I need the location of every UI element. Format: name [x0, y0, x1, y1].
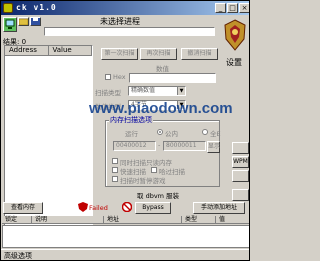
radio-custom-label: 公内: [165, 130, 178, 138]
address-separator: -: [158, 141, 161, 149]
undo-scan-button[interactable]: 撤消扫描: [181, 48, 218, 60]
show-range-button[interactable]: 显示: [207, 141, 220, 153]
column-header-address[interactable]: Address: [5, 46, 49, 55]
end-address-input[interactable]: 80000011: [163, 141, 206, 151]
view-memory-button[interactable]: 查看内存: [3, 202, 43, 214]
memory-scan-options-title: 内存扫描选项: [109, 115, 153, 125]
address-table-header: 锁定 说明 地址 类型 值: [2, 216, 249, 224]
chevron-down-icon: ▼: [177, 87, 185, 95]
add-address-manually-button[interactable]: 手动添加地址: [193, 202, 245, 214]
status-bar: 高级选项: [1, 249, 249, 260]
address-table-body[interactable]: [2, 225, 249, 248]
maximize-button[interactable]: □: [227, 3, 238, 13]
advanced-options-link[interactable]: 高级选项: [4, 252, 32, 260]
open-process-button[interactable]: [3, 17, 17, 32]
lion-crest-icon[interactable]: [223, 19, 247, 51]
scan-progress-bar: [44, 27, 215, 36]
folder-icon: [18, 18, 29, 26]
value-label: 数值: [156, 65, 169, 73]
title-bar[interactable]: ck v1.0 _ □ ×: [1, 1, 249, 15]
hex-label: Hex: [113, 73, 126, 81]
next-scan-button[interactable]: 再次扫描: [140, 48, 177, 60]
warning-shield-icon: [78, 202, 88, 212]
app-icon: [3, 3, 13, 13]
failed-status: Failed: [89, 204, 108, 212]
main-window: ck v1.0 _ □ × 未选择进程 结果: 0 设置 Address Val…: [0, 0, 250, 261]
radio-custom[interactable]: [157, 129, 163, 135]
pause-game-checkbox[interactable]: [112, 176, 118, 182]
address-col-description[interactable]: 说明: [32, 216, 104, 223]
computer-icon: [5, 19, 15, 29]
settings-link[interactable]: 设置: [226, 57, 242, 68]
minimize-button[interactable]: _: [215, 3, 226, 13]
scan-type-value: 精确数值: [131, 87, 156, 94]
process-label: 未选择进程: [100, 17, 140, 26]
scan-type-label: 扫描类型: [95, 89, 121, 97]
open-file-button[interactable]: [18, 17, 29, 26]
hex-checkbox[interactable]: [105, 74, 111, 80]
side-button-1[interactable]: [232, 142, 249, 154]
address-col-type[interactable]: 类型: [182, 216, 216, 223]
mode-label: 运行: [125, 130, 138, 138]
address-col-lock[interactable]: 锁定: [2, 216, 32, 223]
column-header-value[interactable]: Value: [49, 46, 92, 55]
window-title: ck v1.0: [16, 3, 57, 12]
start-address-input[interactable]: 00400012: [113, 141, 156, 151]
first-scan-button[interactable]: 第一次扫描: [101, 48, 138, 60]
address-col-value[interactable]: 值: [216, 216, 249, 223]
disk-icon: [31, 18, 40, 25]
no-entry-icon[interactable]: [122, 202, 132, 212]
address-col-address[interactable]: 地址: [104, 216, 182, 223]
dbvm-button[interactable]: [232, 189, 249, 201]
save-button[interactable]: [30, 17, 41, 26]
readonly-memory-checkbox[interactable]: [112, 158, 118, 164]
value-input[interactable]: [129, 73, 216, 83]
fast-scan-checkbox[interactable]: [112, 167, 118, 173]
bypass-button[interactable]: Bypass: [135, 202, 171, 214]
pause-game-label: 扫描时暂停游戏: [120, 177, 166, 185]
skip-scan-checkbox[interactable]: [151, 167, 157, 173]
dbvm-label: 取 dbvm 服装: [137, 192, 180, 200]
close-button[interactable]: ×: [239, 3, 249, 13]
radio-all[interactable]: [202, 129, 208, 135]
results-list-header: Address Value: [5, 46, 92, 56]
scan-type-select[interactable]: 精确数值 ▼: [128, 86, 186, 96]
side-button-2[interactable]: [232, 170, 249, 182]
radio-all-label: 全E: [210, 130, 221, 138]
wpm-button[interactable]: WPM: [232, 156, 249, 168]
